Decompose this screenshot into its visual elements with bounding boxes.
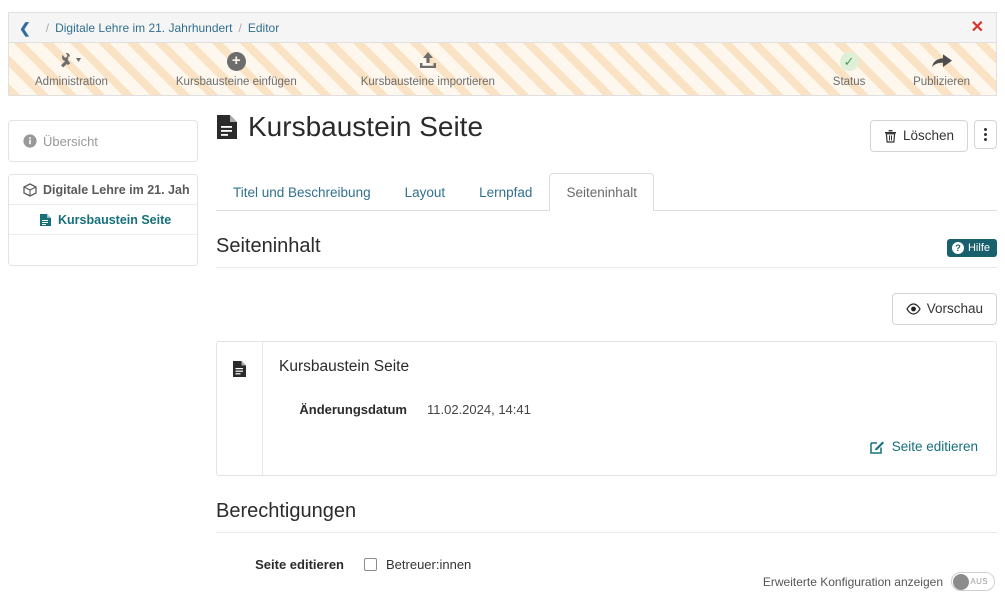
help-badge[interactable]: ? Hilfe bbox=[947, 239, 997, 257]
share-arrow-icon bbox=[931, 50, 953, 72]
page-tabs: Titel und Beschreibung Layout Lernpfad S… bbox=[216, 172, 997, 211]
advanced-config-toggle[interactable]: AUS bbox=[951, 572, 995, 591]
back-chevron-icon[interactable]: ❮ bbox=[19, 21, 31, 35]
permission-row-seite-editieren: Seite editieren Betreuer:innen bbox=[216, 557, 997, 572]
toolbar-status-button[interactable]: ✓ Status bbox=[819, 50, 879, 88]
tab-titel-und-beschreibung[interactable]: Titel und Beschreibung bbox=[216, 173, 388, 211]
content-card-body: Kursbaustein Seite Änderungsdatum 11.02.… bbox=[263, 342, 996, 475]
editor-toolbar: Administration + Kursbausteine einfügen … bbox=[8, 42, 997, 96]
sidebar-item-course-label: Digitale Lehre im 21. Jah bbox=[43, 183, 190, 197]
content-card: Kursbaustein Seite Änderungsdatum 11.02.… bbox=[216, 341, 997, 476]
tab-layout[interactable]: Layout bbox=[388, 173, 463, 211]
page-icon bbox=[232, 360, 247, 475]
edit-page-link-label: Seite editieren bbox=[892, 439, 978, 454]
toolbar-status-label: Status bbox=[833, 76, 866, 88]
advanced-config-toggle-label: Erweiterte Konfiguration anzeigen bbox=[763, 575, 943, 589]
delete-button-label: Löschen bbox=[903, 128, 954, 144]
berechtigungen-heading-text: Berechtigungen bbox=[216, 500, 356, 522]
upload-icon bbox=[418, 50, 438, 72]
content-card-link-row: Seite editieren bbox=[279, 439, 978, 454]
sidebar-tree-empty-row bbox=[9, 235, 197, 263]
preview-button[interactable]: Vorschau bbox=[892, 293, 997, 325]
more-actions-button[interactable] bbox=[974, 120, 997, 149]
pencil-square-icon bbox=[870, 439, 885, 454]
sidebar-item-course[interactable]: Digitale Lehre im 21. Jah bbox=[9, 175, 197, 205]
eye-icon bbox=[906, 303, 921, 315]
toolbar-publish-label: Publizieren bbox=[913, 76, 970, 88]
kebab-menu-icon bbox=[984, 128, 987, 141]
preview-row: Vorschau bbox=[216, 293, 997, 325]
berechtigungen-heading: Berechtigungen bbox=[216, 500, 997, 533]
toolbar-administration-label: Administration bbox=[35, 76, 108, 88]
circle-plus-icon: + bbox=[227, 50, 246, 72]
breadcrumb-separator: / bbox=[46, 21, 49, 35]
info-circle-icon bbox=[23, 134, 37, 148]
permission-row-label: Seite editieren bbox=[216, 557, 364, 572]
content-card-meta-label: Änderungsdatum bbox=[279, 402, 427, 417]
toggle-knob bbox=[953, 574, 969, 590]
sidebar-item-kursbaustein-seite-label: Kursbaustein Seite bbox=[58, 213, 171, 227]
trash-icon bbox=[884, 129, 897, 143]
page-icon bbox=[216, 114, 238, 140]
wrench-caret-icon bbox=[58, 50, 84, 72]
page-title: Kursbaustein Seite bbox=[216, 112, 483, 143]
content-card-icon-col bbox=[217, 342, 263, 475]
seiteninhalt-heading: Seiteninhalt ? Hilfe bbox=[216, 235, 997, 268]
circle-check-icon: ✓ bbox=[840, 50, 859, 72]
toolbar-import-button[interactable]: Kursbausteine importieren bbox=[351, 50, 505, 88]
tab-seiteninhalt[interactable]: Seiteninhalt bbox=[549, 173, 654, 211]
advanced-config-toggle-group: Erweiterte Konfiguration anzeigen AUS bbox=[763, 572, 995, 591]
permission-option-betreuer[interactable]: Betreuer:innen bbox=[364, 557, 471, 572]
page-title-text: Kursbaustein Seite bbox=[248, 112, 483, 143]
content-card-title: Kursbaustein Seite bbox=[279, 358, 978, 376]
toolbar-insert-label: Kursbausteine einfügen bbox=[176, 76, 297, 88]
sidebar-course-tree: Digitale Lehre im 21. Jah Kursbaustein S… bbox=[8, 174, 198, 266]
content-card-meta-value: 11.02.2024, 14:41 bbox=[427, 402, 531, 417]
breadcrumb-item-course[interactable]: Digitale Lehre im 21. Jahrhundert bbox=[55, 21, 232, 35]
toolbar-publish-button[interactable]: Publizieren bbox=[903, 50, 980, 88]
permission-option-label: Betreuer:innen bbox=[386, 557, 471, 572]
sidebar-item-overview[interactable]: Übersicht bbox=[23, 134, 98, 149]
seiteninhalt-heading-text: Seiteninhalt bbox=[216, 235, 321, 257]
delete-button[interactable]: Löschen bbox=[870, 120, 968, 152]
breadcrumb-separator: / bbox=[239, 21, 242, 35]
breadcrumb-bar: ❮ / Digitale Lehre im 21. Jahrhundert / … bbox=[8, 12, 997, 42]
main-panel: Kursbaustein Seite Löschen bbox=[216, 112, 997, 572]
sidebar-item-overview-label: Übersicht bbox=[43, 134, 98, 149]
preview-button-label: Vorschau bbox=[927, 301, 983, 317]
toggle-state-text: AUS bbox=[970, 577, 988, 586]
breadcrumb-item-editor[interactable]: Editor bbox=[248, 21, 279, 35]
page-header: Kursbaustein Seite Löschen bbox=[216, 112, 997, 152]
content-card-meta-row: Änderungsdatum 11.02.2024, 14:41 bbox=[279, 402, 978, 417]
tab-lernpfad[interactable]: Lernpfad bbox=[462, 173, 549, 211]
question-circle-icon: ? bbox=[952, 242, 964, 254]
help-badge-label: Hilfe bbox=[968, 242, 990, 254]
toolbar-insert-button[interactable]: + Kursbausteine einfügen bbox=[166, 50, 307, 88]
page-actions: Löschen bbox=[870, 112, 997, 152]
sidebar-item-kursbaustein-seite[interactable]: Kursbaustein Seite bbox=[9, 205, 197, 235]
betreuer-checkbox[interactable] bbox=[364, 558, 377, 571]
toolbar-administration-button[interactable]: Administration bbox=[25, 50, 118, 88]
close-icon[interactable]: ✕ bbox=[969, 20, 986, 36]
sidebar-overview-box[interactable]: Übersicht bbox=[8, 120, 198, 162]
page-icon bbox=[39, 213, 52, 227]
cube-icon bbox=[23, 183, 37, 197]
edit-page-link[interactable]: Seite editieren bbox=[870, 439, 978, 454]
toolbar-import-label: Kursbausteine importieren bbox=[361, 76, 495, 88]
